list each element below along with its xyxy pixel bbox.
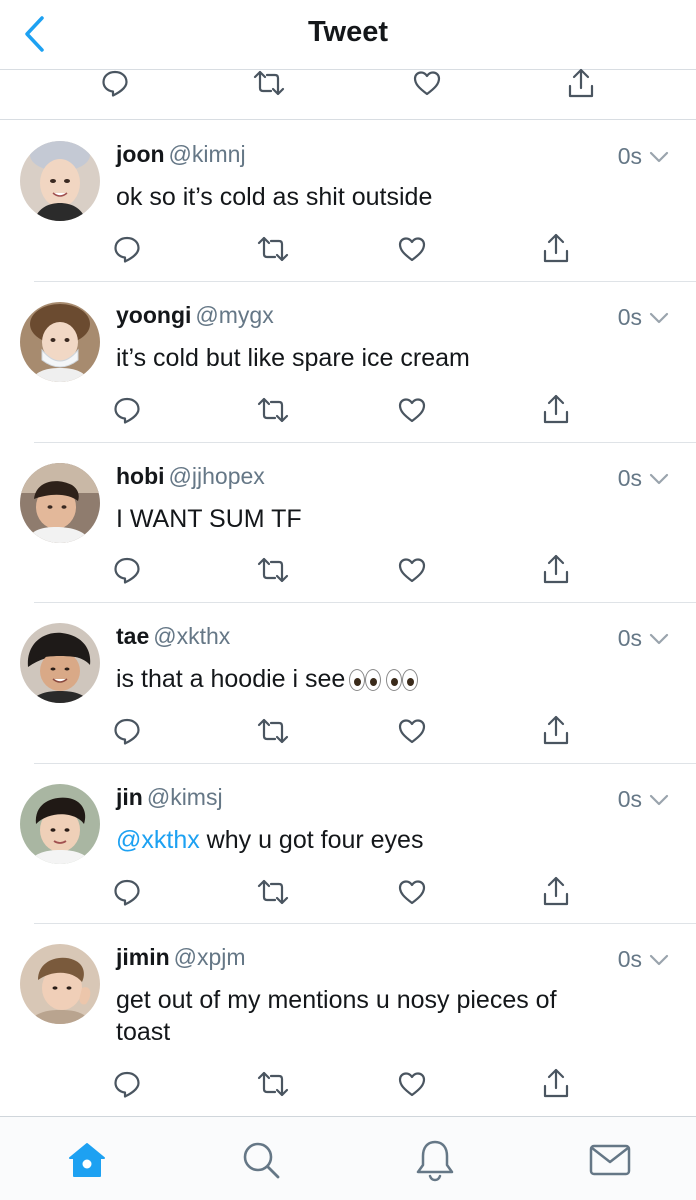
reply-icon[interactable] [110,395,144,425]
display-name[interactable]: joon [116,141,165,167]
home-icon[interactable] [64,1139,110,1181]
retweet-icon[interactable] [254,395,292,425]
tweet-text: get out of my mentions u nosy pieces of … [116,986,557,1046]
chevron-down-icon[interactable] [648,949,670,971]
main-tweet-actions [0,68,696,120]
timestamp[interactable]: 0s [618,625,670,652]
retweet-icon[interactable] [254,716,292,746]
reply-icon[interactable] [110,877,144,907]
retweet-icon[interactable] [250,68,288,98]
tweet-row[interactable]: jimin @xpjm 0s get out of my mentions u n… [0,924,696,1116]
tweet-row[interactable]: yoongi @mygx 0s it’s cold but like spare … [0,282,696,443]
retweet-icon[interactable] [254,555,292,585]
display-name[interactable]: jin [116,784,143,810]
avatar[interactable] [20,623,100,703]
page-title: Tweet [307,16,389,48]
like-icon[interactable] [395,877,429,907]
user-handle: @xkthx [153,623,231,649]
share-icon[interactable] [539,874,573,908]
share-icon[interactable] [539,1066,573,1100]
share-icon[interactable] [539,552,573,586]
tweet-text: I WANT SUM TF [116,505,302,533]
reply-icon[interactable] [110,716,144,746]
user-handle: @kimsj [146,784,223,810]
display-name[interactable]: yoongi [116,302,191,328]
chevron-down-icon[interactable] [648,628,670,650]
user-handle: @xpjm [173,944,246,970]
chevron-down-icon[interactable] [648,468,670,490]
like-icon[interactable] [395,395,429,425]
share-icon[interactable] [539,713,573,747]
user-handle: @mygx [195,302,274,328]
reply-thread: joon @kimnj 0s ok so it’s cold as shit ou… [0,121,696,1116]
avatar[interactable] [20,141,100,221]
chevron-down-icon[interactable] [648,307,670,329]
notifications-icon[interactable] [412,1137,458,1183]
user-handle: @kimnj [168,141,246,167]
reply-icon[interactable] [110,555,144,585]
like-icon[interactable] [410,68,444,98]
timestamp[interactable]: 0s [618,946,670,973]
share-icon[interactable] [539,231,573,265]
retweet-icon[interactable] [254,1069,292,1099]
timestamp[interactable]: 0s [618,465,670,492]
share-icon[interactable] [564,66,598,100]
avatar[interactable] [20,784,100,864]
timestamp[interactable]: 0s [618,786,670,813]
tweet-text: it’s cold but like spare ice cream [116,344,470,372]
avatar[interactable] [20,302,100,382]
avatar[interactable] [20,463,100,543]
like-icon[interactable] [395,234,429,264]
retweet-icon[interactable] [254,234,292,264]
like-icon[interactable] [395,716,429,746]
display-name[interactable]: tae [116,623,149,649]
tweet-row[interactable]: jin @kimsj 0s @xkthx why u got four eyes [0,764,696,924]
share-icon[interactable] [539,392,573,426]
chevron-down-icon[interactable] [648,146,670,168]
reply-icon[interactable] [110,1069,144,1099]
header-bar: Tweet [0,0,696,70]
search-icon[interactable] [238,1137,284,1183]
retweet-icon[interactable] [254,877,292,907]
tweet-row[interactable]: hobi @jjhopex 0s I WANT SUM TF [0,443,696,603]
like-icon[interactable] [395,555,429,585]
display-name[interactable]: hobi [116,463,165,489]
messages-icon[interactable] [586,1139,634,1181]
display-name[interactable]: jimin [116,944,170,970]
mention-link[interactable]: @xkthx [116,826,200,854]
tweet-row[interactable]: tae @xkthx 0s is that a hoodie i see [0,603,696,764]
like-icon[interactable] [395,1069,429,1099]
tweet-text: ok so it’s cold as shit outside [116,183,433,211]
bottom-tab-bar [0,1116,696,1200]
avatar[interactable] [20,944,100,1024]
chevron-down-icon[interactable] [648,789,670,811]
user-handle: @jjhopex [168,463,265,489]
timestamp[interactable]: 0s [618,304,670,331]
reply-icon[interactable] [110,234,144,264]
tweet-text: is that a hoodie i see [116,663,636,695]
timestamp[interactable]: 0s [618,143,670,170]
tweet-row[interactable]: joon @kimnj 0s ok so it’s cold as shit ou… [0,121,696,282]
reply-icon[interactable] [98,68,132,98]
eyes-emoji [349,669,422,692]
tweet-text: @xkthx why u got four eyes [116,826,424,854]
